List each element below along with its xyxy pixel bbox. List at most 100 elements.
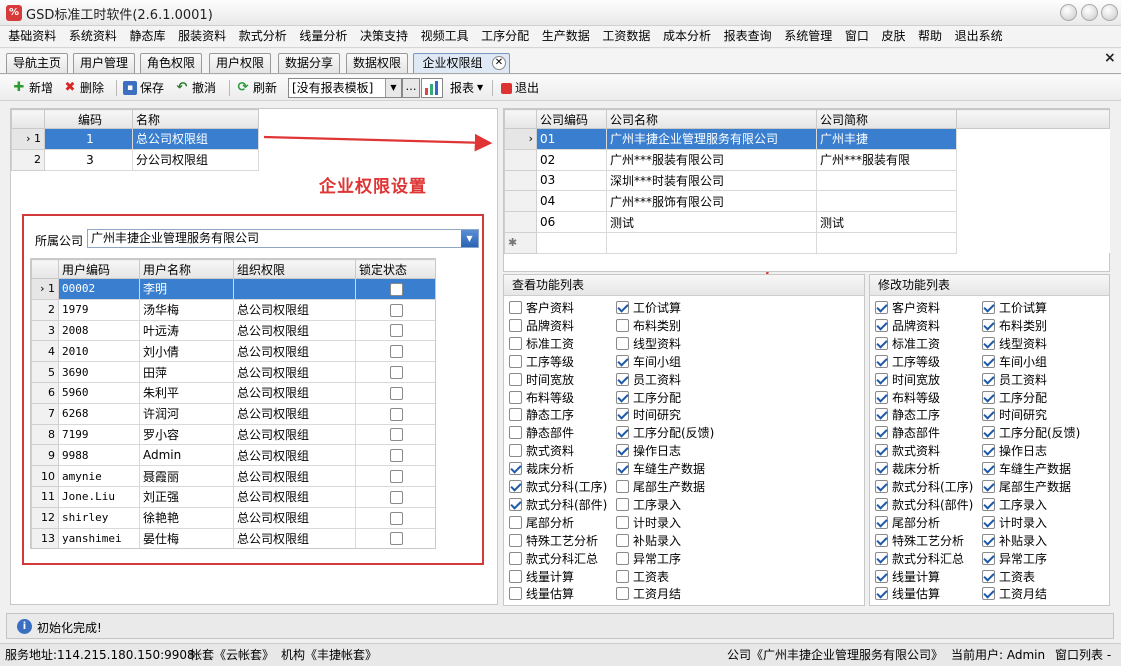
checked-checkbox[interactable] [982,533,995,547]
user-name-cell[interactable]: 徐艳艳 [139,506,234,529]
function-checkbox-item[interactable]: 款式分科(部件) [509,496,607,513]
checked-checkbox[interactable] [616,462,629,476]
checked-checkbox[interactable] [982,551,995,565]
menu-item[interactable]: 线量分析 [293,26,354,47]
table-row[interactable]: › 1 1 总公司权限组 [11,128,259,150]
user-code-cell[interactable]: 9988 [58,444,140,467]
function-checkbox-item[interactable]: 车间小组 [982,353,1047,370]
user-code-cell[interactable]: 2010 [58,340,140,363]
menu-item[interactable]: 决策支持 [354,26,415,47]
table-row[interactable]: 2 3 分公司权限组 [11,148,259,171]
function-checkbox-item[interactable]: 特殊工艺分析 [875,532,964,549]
lock-status-cell[interactable] [355,485,435,508]
company-name-cell[interactable]: 深圳***时装有限公司 [606,169,817,192]
function-checkbox-item[interactable]: 标准工资 [875,335,940,352]
table-row[interactable]: 12 shirley 徐艳艳 总公司权限组 [31,506,435,529]
unchecked-checkbox[interactable] [509,408,522,422]
lock-checkbox[interactable] [390,407,403,421]
org-permission-cell[interactable]: 总公司权限组 [233,444,356,467]
function-checkbox-item[interactable]: 工序分配 [616,389,681,406]
lock-status-cell[interactable] [355,340,435,363]
user-name-cell[interactable]: 罗小容 [139,423,234,446]
table-row[interactable]: 06 测试 测试 [504,211,1110,233]
org-permission-cell[interactable]: 总公司权限组 [233,319,356,342]
checked-checkbox[interactable] [875,497,888,511]
chart-icon[interactable] [421,78,443,98]
menu-item[interactable]: 工资数据 [596,26,657,47]
user-name-cell[interactable]: 晏仕梅 [139,527,234,548]
function-checkbox-item[interactable]: 线型资料 [616,335,681,352]
function-checkbox-item[interactable]: 工序录入 [982,496,1047,513]
function-checkbox-item[interactable]: 车缝生产数据 [982,460,1071,477]
new-row[interactable]: ✱ [504,231,1110,254]
exit-button[interactable]: 退出 [501,78,539,98]
function-checkbox-item[interactable]: 时间研究 [982,406,1047,423]
lock-checkbox[interactable] [390,490,403,504]
checked-checkbox[interactable] [875,551,888,565]
column-header-lock-status[interactable]: 锁定状态 [355,259,435,279]
checked-checkbox[interactable] [982,408,995,422]
checked-checkbox[interactable] [875,336,888,350]
user-name-cell[interactable]: 叶远涛 [139,319,234,342]
column-header-org-permission[interactable]: 组织权限 [233,259,356,279]
function-checkbox-item[interactable]: 布料类别 [982,317,1047,334]
company-name-cell[interactable]: 广州***服装有限公司 [606,148,817,171]
function-checkbox-item[interactable]: 尾部分析 [509,514,574,531]
unchecked-checkbox[interactable] [509,336,522,350]
checked-checkbox[interactable] [875,301,888,314]
unchecked-checkbox[interactable] [509,318,522,332]
function-checkbox-item[interactable]: 款式分科(工序) [875,478,973,495]
unchecked-checkbox[interactable] [616,497,629,511]
menu-item[interactable]: 视频工具 [414,26,475,47]
function-checkbox-item[interactable]: 计时录入 [616,514,681,531]
user-code-cell[interactable]: 7199 [58,423,140,446]
function-checkbox-item[interactable]: 操作日志 [616,442,681,459]
checked-checkbox[interactable] [509,497,522,511]
more-button[interactable]: … [402,78,420,98]
add-button[interactable]: ✚ 新增 [12,78,53,98]
function-checkbox-item[interactable]: 线量计算 [509,568,574,585]
table-row[interactable]: 03 深圳***时装有限公司 [504,169,1110,192]
unchecked-checkbox[interactable] [509,515,522,529]
lock-checkbox[interactable] [390,345,403,359]
lock-checkbox[interactable] [390,303,403,317]
report-template-select[interactable]: [没有报表模板] ▼ [288,78,402,98]
checked-checkbox[interactable] [982,372,995,386]
cancel-button[interactable]: ↶ 撤消 [175,78,216,98]
table-row[interactable]: 11 Jone.Liu 刘正强 总公司权限组 [31,485,435,508]
checked-checkbox[interactable] [982,569,995,583]
org-permission-cell[interactable]: 总公司权限组 [233,298,356,321]
function-checkbox-item[interactable]: 品牌资料 [509,317,574,334]
function-checkbox-item[interactable]: 布料类别 [616,317,681,334]
unchecked-checkbox[interactable] [616,551,629,565]
function-checkbox-item[interactable]: 尾部分析 [875,514,940,531]
checked-checkbox[interactable] [509,462,522,476]
function-checkbox-item[interactable]: 工序分配(反馈) [982,424,1080,441]
company-short-cell[interactable] [816,169,957,192]
table-row[interactable]: 3 2008 叶远涛 总公司权限组 [31,319,435,342]
function-checkbox-item[interactable]: 裁床分析 [509,460,574,477]
function-checkbox-item[interactable]: 时间宽放 [509,371,574,388]
table-row[interactable]: 6 5960 朱利平 总公司权限组 [31,381,435,404]
checked-checkbox[interactable] [875,480,888,493]
tab-enterprise-permission-group[interactable]: 企业权限组 ✕ [413,53,510,73]
checked-checkbox[interactable] [616,301,629,314]
lock-status-cell[interactable] [355,298,435,321]
function-checkbox-item[interactable]: 工资月结 [982,585,1047,602]
menu-item[interactable]: 报表查询 [717,26,778,47]
minimize-icon[interactable] [1060,4,1077,21]
lock-status-cell[interactable] [355,381,435,404]
checked-checkbox[interactable] [616,426,629,440]
checked-checkbox[interactable] [875,587,888,601]
function-checkbox-item[interactable]: 工资表 [616,568,669,585]
user-code-cell[interactable]: 6268 [58,402,140,425]
function-checkbox-item[interactable]: 款式资料 [509,442,574,459]
window-list-button[interactable]: 窗口列表 - [1055,644,1111,666]
unchecked-checkbox[interactable] [509,301,522,314]
column-header-company-short[interactable]: 公司简称 [816,109,957,129]
unchecked-checkbox[interactable] [509,426,522,440]
save-button[interactable]: ▪ 保存 [123,78,164,98]
checked-checkbox[interactable] [875,318,888,332]
function-checkbox-item[interactable]: 静态部件 [875,424,940,441]
function-checkbox-item[interactable]: 款式分科汇总 [509,550,598,567]
